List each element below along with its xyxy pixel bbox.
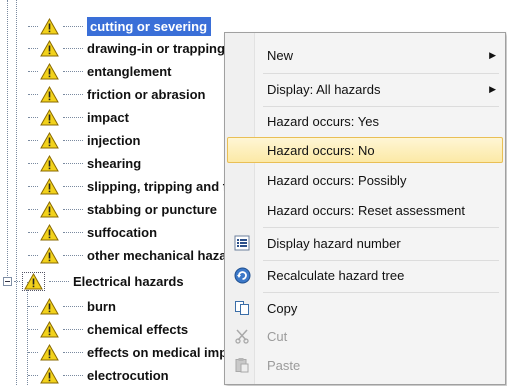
tree-item-label: drawing-in or trapping — [87, 41, 225, 56]
tree-item[interactable]: burn — [28, 296, 116, 317]
warning-triangle-icon — [24, 273, 43, 290]
warning-triangle-icon — [40, 18, 59, 35]
scissors-icon — [233, 327, 251, 345]
context-menu: New ▶ Display: All hazards ▶ Hazard occu… — [224, 32, 506, 385]
tree-item[interactable]: injection — [28, 130, 140, 151]
warning-triangle-icon — [40, 109, 59, 126]
tree-item[interactable]: chemical effects — [28, 319, 188, 340]
menu-separator — [263, 227, 499, 228]
warning-triangle-icon — [40, 367, 59, 384]
submenu-arrow-icon: ▶ — [489, 49, 496, 60]
collapse-toggle[interactable] — [3, 277, 12, 286]
warning-triangle-icon — [40, 224, 59, 241]
menu-item-paste[interactable]: Paste — [227, 352, 503, 378]
menu-separator — [263, 292, 499, 293]
tree-guide-line — [16, 0, 17, 385]
copy-icon — [233, 299, 251, 317]
tree-item-label: shearing — [87, 156, 142, 171]
menu-item-occurs-possibly[interactable]: Hazard occurs: Possibly — [227, 167, 503, 193]
tree-item[interactable]: suffocation — [28, 222, 157, 243]
recalculate-icon — [233, 266, 251, 284]
warning-triangle-icon — [40, 298, 59, 315]
menu-item-occurs-no[interactable]: Hazard occurs: No — [227, 137, 503, 163]
tree-group-label: Electrical hazards — [73, 274, 184, 289]
menu-item-cut[interactable]: Cut — [227, 323, 503, 349]
warning-triangle-icon — [40, 247, 59, 264]
warning-triangle-icon — [40, 63, 59, 80]
menu-item-occurs-reset[interactable]: Hazard occurs: Reset assessment — [227, 197, 503, 223]
focus-rect — [22, 272, 45, 291]
tree-item-label: suffocation — [87, 225, 158, 240]
tree-guide-line — [7, 0, 8, 282]
warning-triangle-icon — [40, 40, 59, 57]
tree-item-label: friction or abrasion — [87, 87, 206, 102]
menu-item-new[interactable]: New ▶ — [227, 42, 503, 68]
tree-item-label: injection — [87, 133, 141, 148]
menu-separator — [263, 73, 499, 74]
tree-item[interactable]: friction or abrasion — [28, 84, 205, 105]
tree-item[interactable]: other mechanical hazards — [28, 245, 247, 266]
tree-item-label: cutting or severing — [87, 17, 212, 36]
list-number-icon — [233, 234, 251, 252]
tree-item-label: stabbing or puncture — [87, 202, 217, 217]
tree-group[interactable]: Electrical hazards — [14, 271, 184, 292]
tree-item[interactable]: electrocution — [28, 365, 169, 386]
menu-separator — [263, 106, 499, 107]
warning-triangle-icon — [40, 321, 59, 338]
tree-item-label: burn — [87, 299, 116, 314]
submenu-arrow-icon: ▶ — [489, 83, 496, 94]
warning-triangle-icon — [40, 201, 59, 218]
tree-item[interactable]: drawing-in or trapping — [28, 38, 225, 59]
menu-separator — [263, 260, 499, 261]
tree-item[interactable]: cutting or severing — [28, 16, 212, 37]
menu-item-recalculate[interactable]: Recalculate hazard tree — [227, 262, 503, 288]
tree-item[interactable]: stabbing or puncture — [28, 199, 217, 220]
warning-triangle-icon — [40, 155, 59, 172]
tree-item[interactable]: shearing — [28, 153, 141, 174]
menu-item-display-all-hazards[interactable]: Display: All hazards ▶ — [227, 76, 503, 102]
tree-item-label: chemical effects — [87, 322, 189, 337]
tree-item[interactable]: impact — [28, 107, 129, 128]
warning-triangle-icon — [40, 344, 59, 361]
warning-triangle-icon — [40, 86, 59, 103]
warning-triangle-icon — [40, 178, 59, 195]
tree-item-label: electrocution — [87, 368, 169, 383]
tree-item-label: impact — [87, 110, 129, 125]
menu-item-occurs-yes[interactable]: Hazard occurs: Yes — [227, 108, 503, 134]
tree-item-label: other mechanical hazards — [87, 248, 247, 263]
tree-item[interactable]: entanglement — [28, 61, 172, 82]
menu-item-copy[interactable]: Copy — [227, 295, 503, 321]
warning-triangle-icon — [40, 132, 59, 149]
menu-item-display-hazard-number[interactable]: Display hazard number — [227, 230, 503, 256]
clipboard-icon — [233, 356, 251, 374]
tree-item-label: entanglement — [87, 64, 172, 79]
